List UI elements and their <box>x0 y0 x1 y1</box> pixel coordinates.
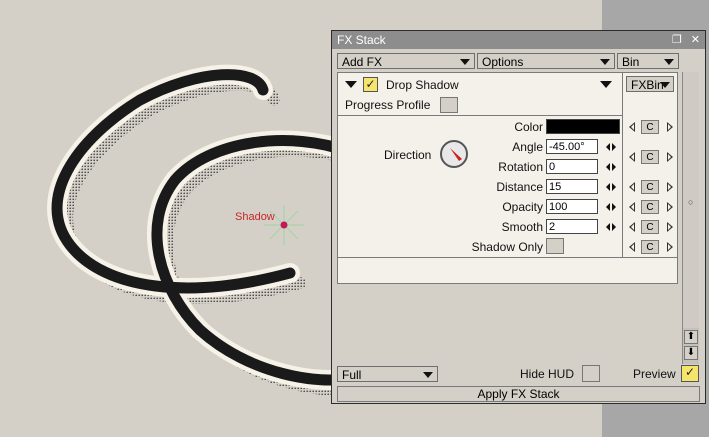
add-fx-dropdown[interactable]: Add FX <box>337 53 475 69</box>
fx-list-scrollbar[interactable]: ○ ⬆ ⬇ <box>682 72 699 364</box>
distance-label: Distance <box>496 180 543 194</box>
effect-params: Direction Color Angle -45.00° Rotation 0… <box>338 115 622 257</box>
opacity-spinner-icon[interactable] <box>606 202 618 212</box>
distance-input[interactable]: 15 <box>546 179 598 194</box>
fx-list: ✓ Drop Shadow Progress Profile FXBin C C… <box>337 72 678 284</box>
scroll-thumb-icon[interactable]: ○ <box>688 197 693 207</box>
prev-keyframe-icon[interactable] <box>629 122 635 132</box>
close-icon[interactable]: ✕ <box>691 34 700 46</box>
distance-spinner-icon[interactable] <box>606 182 618 192</box>
direction-dial[interactable] <box>440 140 468 168</box>
chevron-down-icon <box>423 372 433 378</box>
shadow-hud-label: Shadow <box>235 211 275 223</box>
opacity-label: Opacity <box>502 200 543 214</box>
scroll-down-icon[interactable]: ⬇ <box>684 346 698 360</box>
next-keyframe-icon[interactable] <box>667 182 673 192</box>
prev-keyframe-icon[interactable] <box>629 202 635 212</box>
next-keyframe-icon[interactable] <box>667 222 673 232</box>
chevron-down-icon <box>664 59 674 65</box>
smooth-input[interactable]: 2 <box>546 219 598 234</box>
keyframe-button[interactable]: C <box>641 200 659 214</box>
effect-header: ✓ Drop Shadow Progress Profile <box>338 73 622 116</box>
options-label: Options <box>482 55 524 69</box>
add-fx-label: Add FX <box>342 55 383 69</box>
dial-needle-icon <box>450 148 462 161</box>
preview-label: Preview <box>633 367 676 381</box>
smooth-label: Smooth <box>501 220 543 234</box>
next-keyframe-icon[interactable] <box>667 122 673 132</box>
direction-label: Direction <box>384 148 432 162</box>
smooth-spinner-icon[interactable] <box>606 222 618 232</box>
shadow-only-label: Shadow Only <box>471 240 543 254</box>
next-keyframe-icon[interactable] <box>667 242 673 252</box>
hide-hud-checkbox[interactable] <box>582 365 600 382</box>
next-keyframe-icon[interactable] <box>667 152 673 162</box>
hide-hud-label: Hide HUD <box>520 367 575 381</box>
preview-checkbox[interactable]: ✓ <box>681 365 699 382</box>
bin-label: Bin <box>622 55 640 69</box>
prev-keyframe-icon[interactable] <box>629 222 635 232</box>
keyframe-button[interactable]: C <box>641 220 659 234</box>
chevron-down-icon <box>460 59 470 65</box>
fx-list-empty-area <box>338 257 677 284</box>
keyframe-button[interactable]: C <box>641 150 659 164</box>
rotation-input[interactable]: 0 <box>546 159 598 174</box>
angle-label: Angle <box>512 140 543 154</box>
fxbin-label: FXBin <box>631 78 664 92</box>
effect-name: Drop Shadow <box>386 78 459 92</box>
options-dropdown[interactable]: Options <box>477 53 615 69</box>
opacity-input[interactable]: 100 <box>546 199 598 214</box>
shadow-only-checkbox[interactable] <box>546 238 564 254</box>
effect-enable-checkbox[interactable]: ✓ <box>363 77 378 92</box>
angle-spinner-icon[interactable] <box>606 142 618 152</box>
apply-fx-stack-button[interactable]: Apply FX Stack <box>337 386 700 402</box>
quality-dropdown[interactable]: Full <box>337 366 438 382</box>
bin-dropdown[interactable]: Bin <box>617 53 679 69</box>
progress-profile-label: Progress Profile <box>345 98 431 112</box>
next-keyframe-icon[interactable] <box>667 202 673 212</box>
collapse-triangle-icon[interactable] <box>345 81 357 88</box>
fx-stack-panel: FX Stack ❐ ✕ Add FX Options Bin ✓ Drop S… <box>331 30 706 404</box>
color-swatch[interactable] <box>546 119 620 134</box>
scroll-up-icon[interactable]: ⬆ <box>684 330 698 344</box>
panel-titlebar[interactable]: FX Stack ❐ ✕ <box>332 31 705 49</box>
keyframe-button[interactable]: C <box>641 240 659 254</box>
prev-keyframe-icon[interactable] <box>629 242 635 252</box>
fxbin-column: FXBin C C C C C C <box>622 73 678 257</box>
progress-profile-checkbox[interactable] <box>440 97 458 113</box>
keyframe-button[interactable]: C <box>641 180 659 194</box>
prev-keyframe-icon[interactable] <box>629 182 635 192</box>
color-label: Color <box>514 120 543 134</box>
chevron-down-icon <box>600 59 610 65</box>
panel-title: FX Stack <box>337 33 386 47</box>
restore-icon[interactable]: ❐ <box>672 34 682 46</box>
rotation-spinner-icon[interactable] <box>606 162 618 172</box>
quality-label: Full <box>342 368 362 382</box>
prev-keyframe-icon[interactable] <box>629 152 635 162</box>
effect-menu-icon[interactable] <box>600 81 612 88</box>
chevron-down-icon <box>660 82 670 88</box>
fxbin-dropdown[interactable]: FXBin <box>626 76 674 92</box>
keyframe-button[interactable]: C <box>641 120 659 134</box>
rotation-label: Rotation <box>498 160 543 174</box>
angle-input[interactable]: -45.00° <box>546 139 598 154</box>
